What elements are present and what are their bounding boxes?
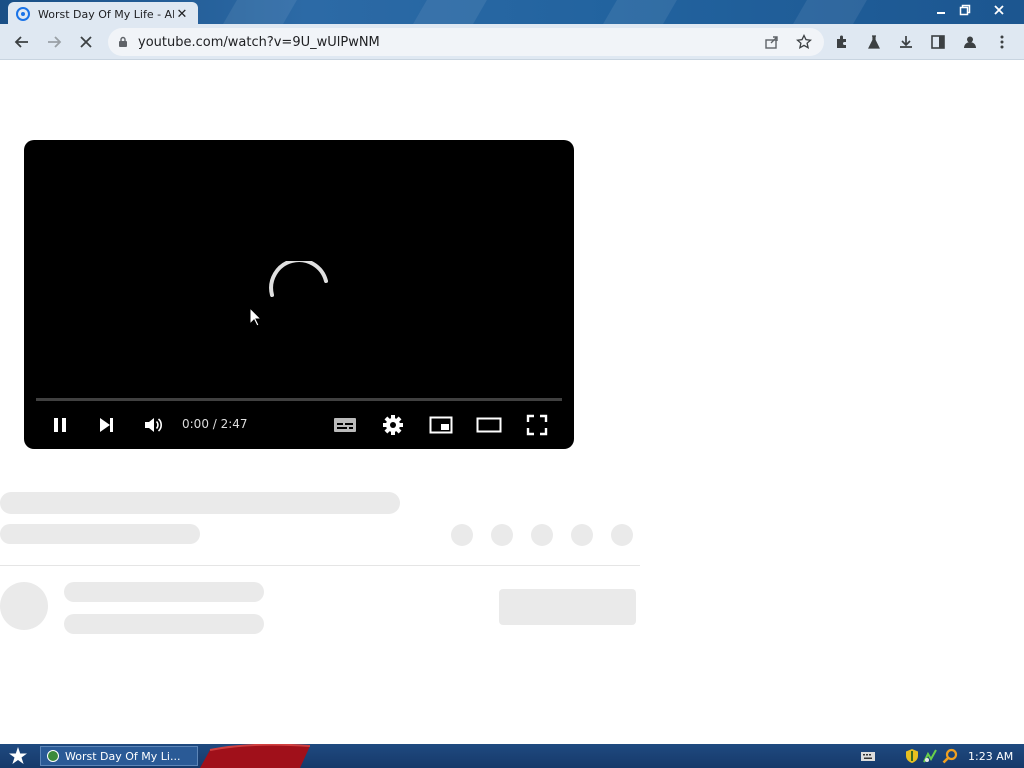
address-bar[interactable]: youtube.com/watch?v=9U_wUlPwNM [108, 28, 824, 56]
mouse-cursor-icon [249, 307, 263, 327]
person-icon [964, 36, 976, 48]
forward-arrow-icon [48, 36, 62, 48]
bookmark-button[interactable] [792, 30, 816, 54]
action-placeholder [571, 524, 593, 546]
action-placeholder [611, 524, 633, 546]
channel-avatar-placeholder [0, 582, 48, 630]
downloads-button[interactable] [894, 30, 918, 54]
star-icon [796, 34, 812, 49]
keyboard-icon[interactable] [860, 748, 876, 764]
tab-close-icon[interactable]: ✕ [174, 7, 190, 22]
clock[interactable]: 1:23 AM [968, 750, 1013, 763]
settings-button[interactable] [378, 411, 408, 439]
star-start-icon [9, 747, 27, 764]
network-icon[interactable] [922, 748, 938, 764]
title-placeholder [0, 492, 400, 514]
action-placeholder [491, 524, 513, 546]
theater-mode-button[interactable] [474, 411, 504, 439]
side-panel-button[interactable] [926, 30, 950, 54]
back-arrow-icon [14, 36, 28, 48]
mute-button[interactable] [138, 411, 168, 439]
forward-button[interactable] [42, 30, 66, 54]
window-titlebar: Worst Day Of My Life - Al ✕ [0, 0, 1024, 26]
shield-icon[interactable] [904, 748, 920, 764]
time-display: 0:00 / 2:47 [182, 417, 248, 431]
miniplayer-button[interactable] [426, 411, 456, 439]
chrome-favicon-icon [16, 7, 30, 21]
browser-toolbar: youtube.com/watch?v=9U_wUlPwNM [0, 24, 1024, 60]
subtitles-icon [334, 418, 356, 432]
browser-app-icon [47, 750, 59, 762]
gear-icon [383, 415, 403, 435]
minimize-icon [937, 12, 945, 14]
start-button[interactable] [4, 745, 32, 767]
section-divider [0, 565, 640, 566]
subscribe-button-placeholder [499, 589, 636, 625]
progress-bar[interactable] [36, 398, 562, 401]
search-icon[interactable] [942, 748, 958, 764]
kebab-menu-icon [1000, 35, 1004, 49]
profile-button[interactable] [958, 30, 982, 54]
restore-button[interactable] [950, 0, 980, 20]
browser-tab[interactable]: Worst Day Of My Life - Al ✕ [8, 2, 198, 26]
flag-wallpaper-icon [200, 744, 311, 768]
url-text: youtube.com/watch?v=9U_wUlPwNM [138, 34, 380, 50]
restore-icon [959, 4, 971, 16]
channel-name-placeholder [64, 582, 264, 602]
extensions-button[interactable] [830, 30, 854, 54]
share-button[interactable] [760, 30, 784, 54]
lock-icon [108, 36, 138, 48]
back-button[interactable] [10, 30, 34, 54]
menu-button[interactable] [990, 30, 1014, 54]
share-icon [765, 36, 778, 49]
close-window-button[interactable] [984, 0, 1014, 20]
download-icon [900, 36, 912, 48]
taskbar-item-browser[interactable]: Worst Day Of My Li... [40, 746, 198, 766]
miniplayer-icon [429, 416, 453, 434]
action-placeholder [531, 524, 553, 546]
stop-button[interactable] [74, 30, 98, 54]
views-placeholder [0, 524, 200, 544]
action-placeholder [451, 524, 473, 546]
close-icon [994, 5, 1004, 15]
pause-icon [54, 418, 66, 432]
volume-icon [145, 418, 163, 432]
side-panel-icon [931, 35, 945, 49]
labs-button[interactable] [862, 30, 886, 54]
video-player[interactable]: 0:00 / 2:47 [24, 140, 574, 449]
pause-button[interactable] [46, 411, 74, 439]
flask-icon [868, 35, 880, 49]
tab-title: Worst Day Of My Life - Al [38, 7, 174, 21]
loading-spinner-icon [269, 261, 328, 297]
subtitles-button[interactable] [330, 411, 360, 439]
fullscreen-icon [526, 414, 548, 436]
taskbar-item-label: Worst Day Of My Li... [65, 749, 181, 763]
fullscreen-button[interactable] [522, 411, 552, 439]
subscriber-count-placeholder [64, 614, 264, 634]
theater-mode-icon [476, 417, 502, 433]
next-button[interactable] [92, 411, 120, 439]
puzzle-icon [837, 35, 846, 48]
stop-icon [80, 36, 92, 48]
skip-next-icon [100, 418, 113, 432]
